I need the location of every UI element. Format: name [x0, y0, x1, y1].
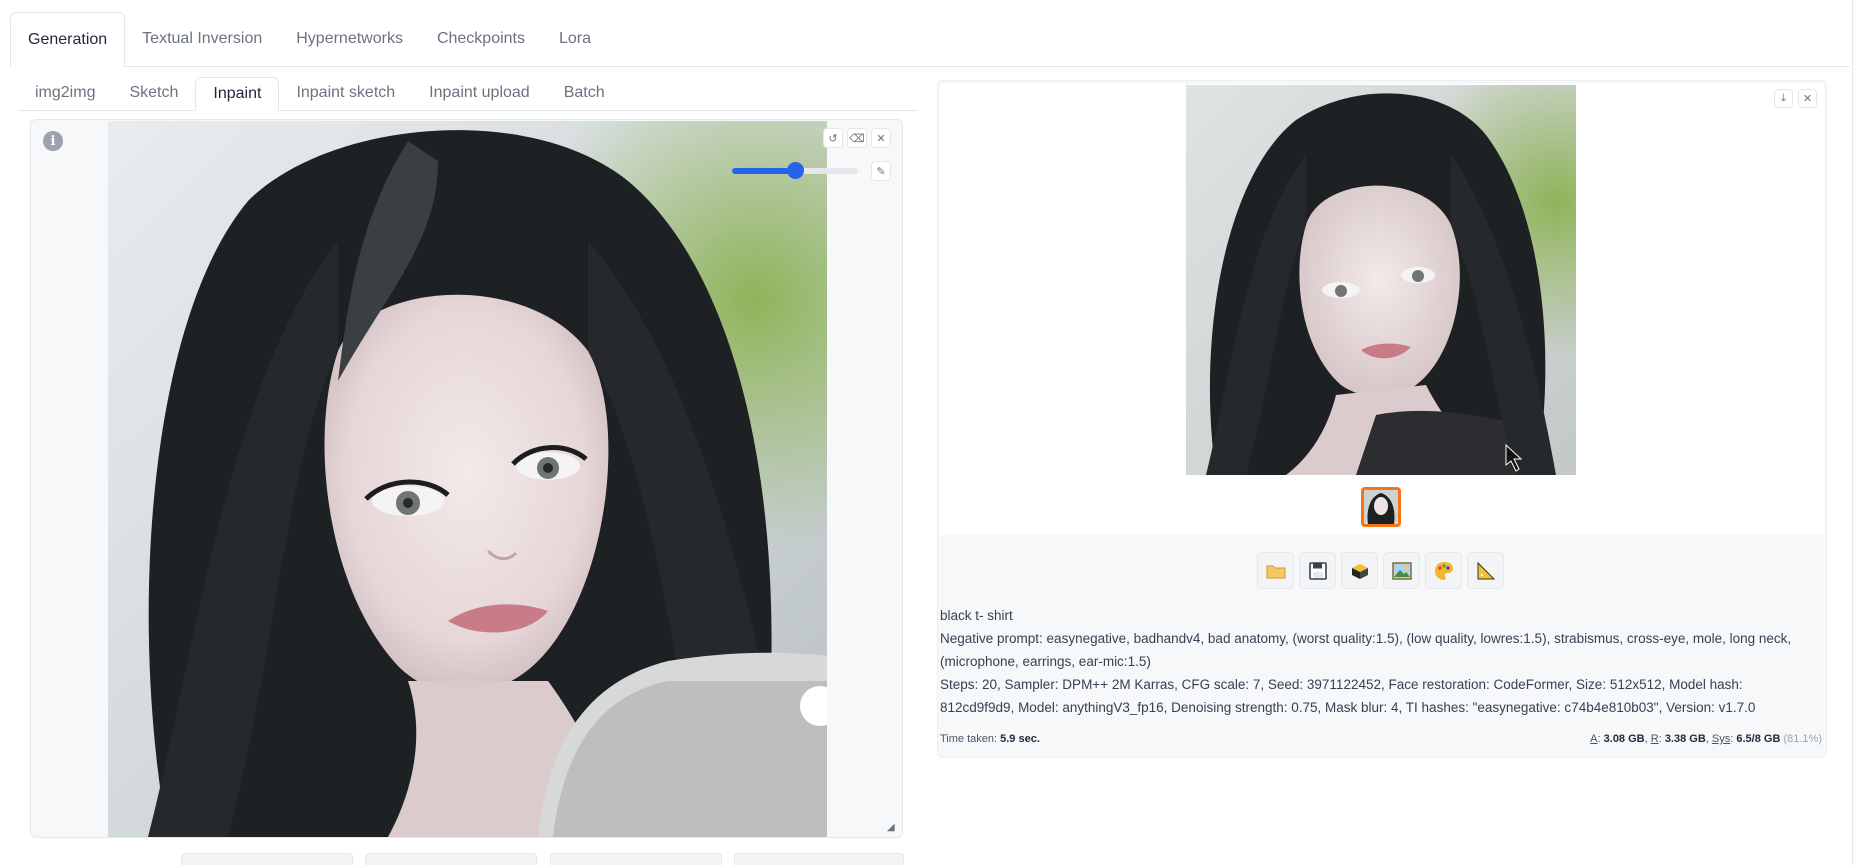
tab-generation[interactable]: Generation: [10, 12, 126, 67]
resize-option-box[interactable]: [734, 853, 904, 865]
brush-size-control: ✎: [732, 161, 891, 181]
portrait-image: [108, 121, 827, 837]
output-portrait: [1186, 85, 1576, 475]
tab-img2img[interactable]: img2img: [18, 76, 112, 110]
download-icon[interactable]: ⤓: [1774, 89, 1793, 108]
resize-option-box[interactable]: [550, 853, 722, 865]
performance-info: Time taken: 5.9 sec. A: 3.08 GB, R: 3.38…: [940, 733, 1822, 745]
undo-icon[interactable]: ↺: [823, 128, 843, 148]
page-divider: [1852, 0, 1853, 865]
vram-sys-value: 6.5/8 GB: [1736, 733, 1781, 745]
save-icon[interactable]: [1299, 552, 1336, 589]
info-icon[interactable]: i: [43, 131, 63, 151]
thumbnail-portrait: [1364, 490, 1398, 524]
output-toolbar: [1257, 552, 1504, 589]
negative-prompt-text: Negative prompt: easynegative, badhandv4…: [940, 631, 1792, 669]
image-icon[interactable]: [1383, 552, 1420, 589]
resize-option-box[interactable]: [181, 853, 353, 865]
tab-inpaint[interactable]: Inpaint: [195, 77, 280, 111]
gallery-thumbnail[interactable]: [1361, 487, 1401, 527]
resize-mode-row: [30, 853, 904, 865]
tab-sketch[interactable]: Sketch: [112, 76, 195, 110]
prompt-text: black t- shirt: [940, 608, 1013, 623]
zip-icon[interactable]: [1341, 552, 1378, 589]
folder-icon[interactable]: [1257, 552, 1294, 589]
time-taken-value: 5.9 sec.: [1000, 733, 1040, 745]
output-image[interactable]: [1186, 85, 1576, 475]
canvas-controls: ↺ ⌫ ✕: [823, 128, 891, 148]
vram-percent: (81.1%): [1783, 733, 1822, 745]
time-taken-label: Time taken:: [940, 733, 998, 745]
ruler-icon[interactable]: [1467, 552, 1504, 589]
tab-batch[interactable]: Batch: [547, 76, 622, 110]
palette-icon[interactable]: [1425, 552, 1462, 589]
generation-info: black t- shirt Negative prompt: easynega…: [940, 604, 1820, 719]
eraser-icon[interactable]: ⌫: [847, 128, 867, 148]
tab-checkpoints[interactable]: Checkpoints: [420, 11, 542, 66]
inpaint-canvas-image[interactable]: [108, 121, 827, 837]
img2img-mode-tabs: img2img Sketch Inpaint Inpaint sketch In…: [18, 77, 918, 111]
vram-stats: A: 3.08 GB, R: 3.38 GB, Sys: 6.5/8 GB (8…: [1590, 733, 1822, 745]
tab-lora[interactable]: Lora: [542, 11, 608, 66]
vram-a-label: A: [1590, 733, 1598, 745]
resize-option-box[interactable]: [365, 853, 537, 865]
inpaint-canvas-panel: i ↺ ⌫ ✕ ✎ ◢: [30, 119, 903, 838]
close-icon[interactable]: ✕: [871, 128, 891, 148]
brush-size-slider[interactable]: [732, 162, 858, 179]
tab-textual-inversion[interactable]: Textual Inversion: [125, 11, 279, 66]
vram-a-value: 3.08 GB: [1603, 733, 1645, 745]
parameters-text: Steps: 20, Sampler: DPM++ 2M Karras, CFG…: [940, 677, 1756, 715]
top-tab-bar: Generation Textual Inversion Hypernetwor…: [10, 12, 1850, 67]
vram-r-value: 3.38 GB: [1664, 733, 1706, 745]
tab-hypernetworks[interactable]: Hypernetworks: [279, 11, 420, 66]
vram-r-label: R: [1650, 733, 1659, 745]
close-icon[interactable]: ✕: [1798, 89, 1817, 108]
brush-icon[interactable]: ✎: [871, 161, 891, 181]
brush-size-thumb[interactable]: [787, 162, 804, 179]
tab-inpaint-upload[interactable]: Inpaint upload: [412, 76, 547, 110]
tab-inpaint-sketch[interactable]: Inpaint sketch: [279, 76, 412, 110]
brush-size-fill: [732, 168, 795, 174]
vram-sys-label: Sys: [1711, 733, 1731, 745]
resize-grip-icon[interactable]: ◢: [887, 822, 899, 834]
